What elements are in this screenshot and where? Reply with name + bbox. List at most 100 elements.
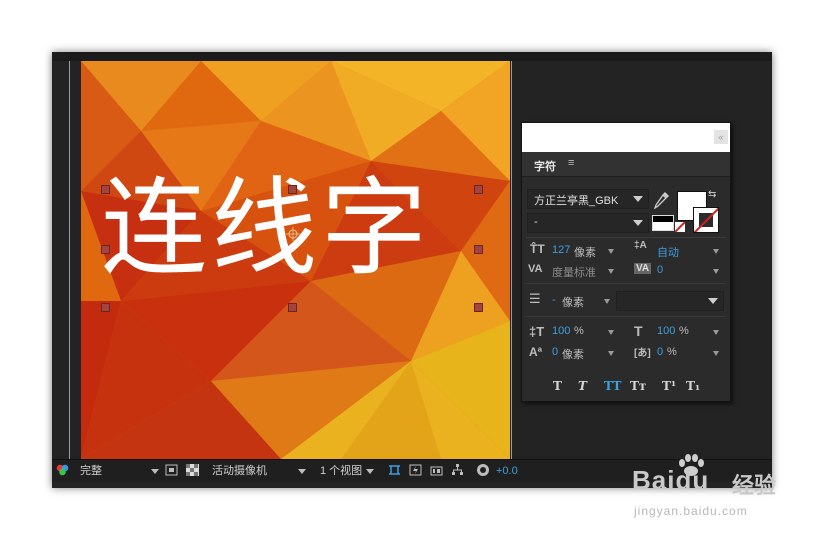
guide-line-right: [511, 61, 512, 459]
camera-dropdown[interactable]: 活动摄像机: [212, 464, 307, 478]
font-family-dropdown[interactable]: 方正兰亭黑_GBK: [527, 189, 649, 209]
font-size-icon: T̂T: [530, 242, 545, 256]
composition-window: 连线字 « 字符 ≡ 方正兰亭黑_GBK - ⇆ T̂T 127 像素 ‡A 自…: [52, 52, 772, 488]
faux-italic-button[interactable]: T: [578, 379, 587, 393]
views-value: 1 个视图: [320, 465, 363, 477]
divider: [526, 316, 726, 317]
horizontal-scale-unit: %: [679, 325, 689, 337]
vertical-scale-icon: ‡T: [529, 324, 545, 339]
transparency-grid-icon[interactable]: [186, 464, 199, 476]
stroke-order-dropdown[interactable]: [616, 291, 724, 311]
leading-icon: ‡A: [634, 240, 647, 251]
stroke-width-value[interactable]: -: [552, 294, 556, 306]
chevron-down-icon[interactable]: [608, 269, 614, 274]
chevron-down-icon: [633, 196, 643, 202]
fast-preview-icon[interactable]: [409, 464, 422, 476]
bounding-handle-bl[interactable]: [101, 303, 110, 312]
panel-header-strip: «: [522, 123, 730, 152]
tsume-value[interactable]: 0: [657, 346, 663, 358]
vertical-scale-unit: %: [574, 325, 584, 337]
chevron-down-icon: [708, 298, 718, 304]
bounding-handle-tl[interactable]: [101, 185, 110, 194]
white-half: [653, 222, 673, 230]
bounding-handle-tm[interactable]: [288, 185, 297, 194]
chevron-down-icon[interactable]: [713, 269, 719, 274]
black-swatch[interactable]: [652, 215, 674, 231]
chevron-down-icon[interactable]: [608, 249, 614, 254]
subscript-button[interactable]: T₁: [686, 379, 700, 393]
divider: [526, 237, 726, 238]
baseline-shift-value[interactable]: 0: [552, 346, 558, 358]
chevron-down-icon[interactable]: [608, 330, 614, 335]
tracking-icon: VA: [634, 263, 652, 274]
camera-value: 活动摄像机: [212, 465, 267, 477]
stroke-width-unit: 像素: [562, 297, 584, 309]
collapse-panel-icon[interactable]: «: [714, 130, 728, 144]
color-channels-icon[interactable]: [56, 464, 69, 476]
kerning-icon: VA: [528, 263, 543, 275]
font-family-value: 方正兰亭黑_GBK: [534, 195, 619, 207]
no-fill-icon[interactable]: [675, 222, 685, 232]
region-of-interest-icon[interactable]: [165, 464, 178, 476]
font-style-dropdown[interactable]: -: [527, 213, 649, 233]
font-size-unit: 像素: [574, 247, 596, 259]
character-panel: « 字符 ≡ 方正兰亭黑_GBK - ⇆ T̂T 127 像素 ‡A 自动 VA…: [521, 122, 731, 402]
chevron-down-icon: [298, 468, 307, 474]
tab-character[interactable]: 字符: [534, 158, 556, 174]
chevron-down-icon: [366, 468, 375, 474]
watermark-url: jingyan.baidu.com: [634, 504, 748, 518]
jingyan-text: 经验: [732, 473, 777, 498]
chevron-down-icon: [151, 468, 160, 474]
guide-line-left: [69, 61, 70, 459]
faux-bold-button[interactable]: T: [553, 379, 562, 393]
chevron-down-icon[interactable]: [713, 249, 719, 254]
pixel-aspect-icon[interactable]: [388, 464, 401, 476]
vertical-scale-value[interactable]: 100: [552, 325, 570, 337]
kerning-value[interactable]: 度量标准: [552, 264, 596, 280]
chevron-down-icon[interactable]: [713, 351, 719, 356]
flowchart-icon[interactable]: [451, 464, 464, 476]
horizontal-scale-icon: T: [634, 323, 643, 339]
all-caps-button[interactable]: TT: [604, 379, 621, 393]
baidu-logo-text: Baidu: [632, 465, 710, 495]
anchor-point-icon[interactable]: [286, 227, 300, 241]
font-size-value[interactable]: 127: [552, 244, 570, 256]
baseline-shift-unit: 像素: [562, 349, 584, 361]
font-style-value: -: [534, 216, 538, 228]
no-stroke-slash: [694, 208, 718, 232]
chevron-down-icon[interactable]: [713, 330, 719, 335]
tracking-value[interactable]: 0: [657, 264, 663, 276]
bounding-handle-br[interactable]: [474, 303, 483, 312]
horizontal-scale-value[interactable]: 100: [657, 325, 675, 337]
baseline-shift-icon: Aª: [529, 345, 543, 359]
timeline-icon[interactable]: [430, 464, 443, 476]
divider: [526, 283, 726, 284]
window-top-strip: [52, 52, 772, 61]
composition-canvas[interactable]: 连线字: [81, 61, 510, 459]
resolution-dropdown[interactable]: 完整: [80, 464, 160, 478]
eyedropper-icon[interactable]: [654, 191, 670, 209]
baidu-watermark: Baidu 经验 jingyan.baidu.com: [632, 454, 818, 524]
panel-menu-icon[interactable]: ≡: [568, 157, 574, 169]
small-caps-button[interactable]: Tт: [630, 379, 646, 393]
stroke-width-icon: ☰: [529, 291, 541, 306]
chevron-down-icon: [633, 220, 643, 226]
exposure-reset-icon[interactable]: [476, 463, 490, 477]
bounding-handle-ml[interactable]: [101, 245, 110, 254]
bounding-handle-tr[interactable]: [474, 185, 483, 194]
chevron-down-icon[interactable]: [604, 299, 610, 304]
swap-colors-icon[interactable]: ⇆: [708, 189, 716, 200]
tsume-icon: [あ]: [634, 348, 651, 359]
leading-value[interactable]: 自动: [657, 244, 679, 260]
exposure-value[interactable]: +0.0: [496, 464, 518, 478]
no-fill-slash: [675, 222, 685, 232]
chevron-down-icon[interactable]: [608, 351, 614, 356]
canvas-text-layer[interactable]: 连线字: [101, 176, 431, 282]
bounding-handle-mr[interactable]: [474, 245, 483, 254]
resolution-value: 完整: [80, 465, 102, 477]
panel-tab-bar: 字符 ≡: [522, 152, 730, 177]
bounding-handle-bm[interactable]: [288, 303, 297, 312]
stroke-color-swatch[interactable]: [693, 207, 719, 233]
views-dropdown[interactable]: 1 个视图: [320, 464, 375, 478]
superscript-button[interactable]: T¹: [662, 379, 676, 393]
